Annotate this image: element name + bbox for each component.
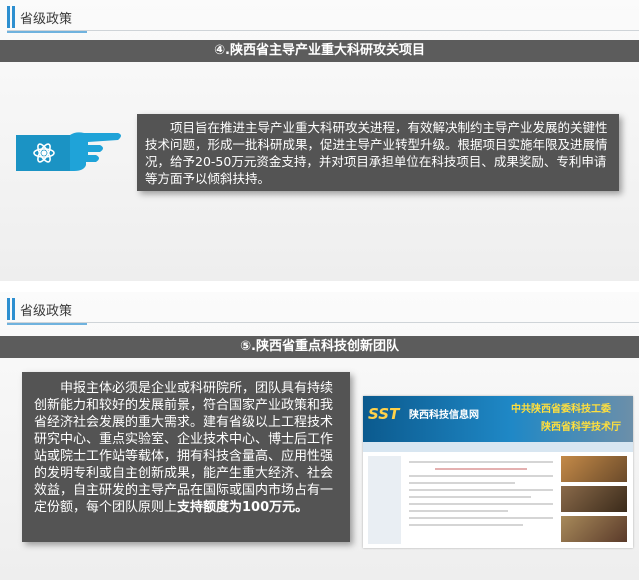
website-screenshot: SST 陕西科技信息网 中共陕西省委科技工委 陕西省科学技术厅	[363, 396, 633, 548]
section-tag: 省级政策	[0, 0, 639, 33]
website-slogan: 中共陕西省委科技工委	[511, 404, 611, 415]
slide-title-banner: ④.陕西省主导产业重大科研攻关项目	[0, 40, 639, 62]
policy-slide-2: 省级政策 ⑤.陕西省重点科技创新团队 申报主体必须是企业或科研院所，团队具有持续…	[0, 292, 639, 580]
policy-description-text: 项目旨在推进主导产业重大科研攻关进程，有效解决制约主导产业发展的关键性技术问题，…	[145, 120, 608, 186]
website-slogan: 陕西省科学技术厅	[541, 422, 621, 433]
tag-bar-icon	[12, 298, 15, 320]
funding-amount-text: 支持额度为100万元。	[177, 500, 309, 515]
tag-bar-icon	[7, 298, 10, 320]
website-photo	[561, 456, 627, 482]
divider	[7, 30, 639, 31]
website-logo: SST	[368, 405, 400, 423]
slide-title-banner: ⑤.陕西省重点科技创新团队	[0, 336, 639, 358]
website-content	[405, 456, 557, 544]
website-photo	[561, 486, 627, 512]
policy-description-box: 项目旨在推进主导产业重大科研攻关进程，有效解决制约主导产业发展的关键性技术问题，…	[137, 114, 619, 191]
divider-accent	[7, 323, 87, 325]
policy-description-box: 申报主体必须是企业或科研院所，团队具有持续创新能力和较好的发展前景，符合国家产业…	[22, 372, 350, 542]
policy-description-text: 申报主体必须是企业或科研院所，团队具有持续创新能力和较好的发展前景，符合国家产业…	[34, 380, 338, 516]
divider	[7, 322, 639, 323]
website-nav-bar	[363, 442, 633, 452]
policy-slide-1: 省级政策 ④.陕西省主导产业重大科研攻关项目 项目旨在推进主导产业重大科研攻关进…	[0, 0, 639, 281]
tag-bar-icon	[7, 6, 10, 28]
website-photo	[561, 516, 627, 542]
divider-accent	[7, 31, 87, 33]
website-title: 陕西科技信息网	[409, 410, 479, 421]
section-tag: 省级政策	[0, 292, 639, 325]
website-header: SST 陕西科技信息网 中共陕西省委科技工委 陕西省科学技术厅	[363, 396, 633, 442]
policy-body-text: 申报主体必须是企业或科研院所，团队具有持续创新能力和较好的发展前景，符合国家产业…	[34, 381, 334, 515]
section-tag-label: 省级政策	[20, 12, 73, 27]
section-tag-label: 省级政策	[20, 304, 73, 319]
tag-bar-icon	[12, 6, 15, 28]
website-sidebar	[368, 456, 401, 544]
pointing-hand-icon	[16, 132, 121, 171]
